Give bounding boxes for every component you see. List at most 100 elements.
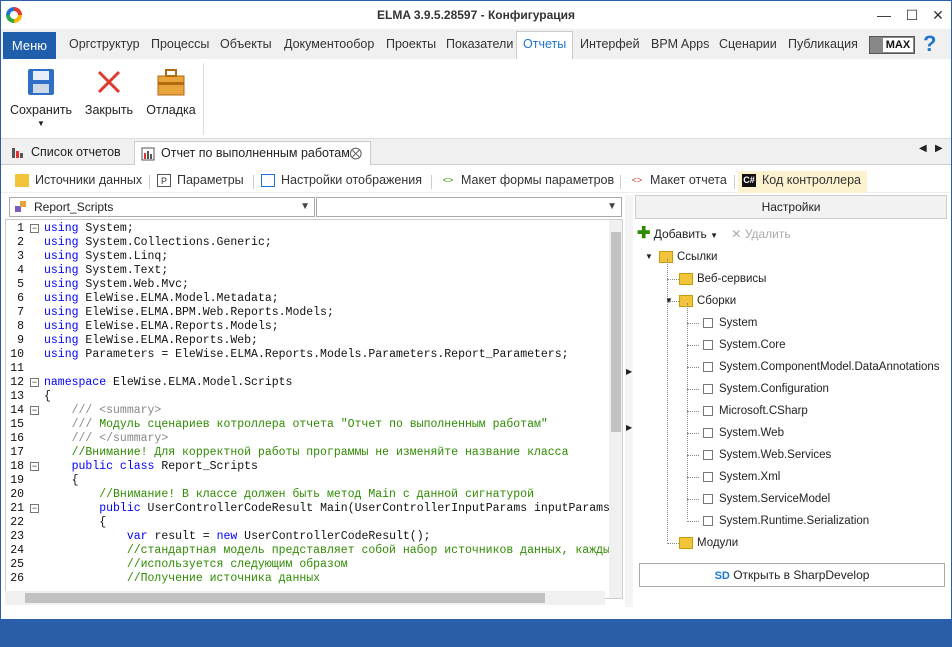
tab-scenarios[interactable]: Сценарии — [719, 34, 777, 59]
toolbox-icon — [156, 67, 186, 97]
tab-bpm-apps[interactable]: BPM Apps — [651, 34, 709, 59]
tab-projects[interactable]: Проекты — [386, 34, 436, 59]
tab-parameters[interactable]: P Параметры — [153, 171, 244, 193]
remove-button[interactable]: Удалить — [745, 227, 791, 241]
tree-node-assembly[interactable]: System.Xml — [701, 469, 780, 485]
tree-node-assembly[interactable]: System.Web.Services — [701, 447, 831, 463]
line-number: 19 — [10, 474, 24, 487]
tab-indicators[interactable]: Показатели — [446, 34, 513, 59]
chevron-down-icon: ▼ — [607, 201, 617, 212]
tree-node-assembly[interactable]: System.Core — [701, 337, 785, 353]
tree-node-modules[interactable]: Модули — [679, 535, 738, 551]
checkbox-icon — [703, 340, 713, 350]
line-number: 5 — [17, 278, 24, 291]
line-number: 16 — [10, 432, 24, 445]
close-button[interactable]: Закрыть — [81, 67, 137, 117]
code-line: { — [44, 474, 79, 487]
tab-objects[interactable]: Объекты — [220, 34, 272, 59]
tab-parameter-form-layout[interactable]: <> Макет формы параметров — [437, 171, 614, 193]
fold-toggle-icon[interactable]: − — [30, 406, 39, 415]
code-line: //используется следующим образом — [44, 558, 348, 571]
checkbox-icon — [703, 516, 713, 526]
line-number: 18 — [10, 460, 24, 473]
maximize-icon[interactable]: ☐ — [899, 5, 925, 25]
tree-node-assembly[interactable]: System.ServiceModel — [701, 491, 830, 507]
line-number: 25 — [10, 558, 24, 571]
debug-button[interactable]: Отладка — [143, 67, 199, 117]
code-editor-panel: Report_Scripts ▼ ▼ 1−2 3 4 5 6 7 8 9 10 11 12−13 14… — [5, 195, 623, 607]
status-bar — [1, 619, 951, 646]
fold-toggle-icon[interactable]: − — [30, 462, 39, 471]
tree-node-assembly[interactable]: System — [701, 315, 757, 331]
help-icon[interactable]: ? — [923, 31, 936, 57]
tab-processes[interactable]: Процессы — [151, 34, 209, 59]
code-line: using System.Collections.Generic; — [44, 236, 272, 249]
tree-node-web-services[interactable]: Веб-сервисы — [679, 271, 766, 287]
expand-links-icon[interactable]: ▼ — [645, 252, 653, 261]
folder-icon — [679, 295, 693, 307]
fold-toggle-icon[interactable]: − — [30, 378, 39, 387]
class-selector[interactable]: Report_Scripts ▼ — [9, 197, 315, 217]
code-line: using Parameters = EleWise.ELMA.Reports.… — [44, 348, 569, 361]
line-number: 14 — [10, 404, 24, 417]
panel-splitter[interactable]: ▶ ▶ — [625, 195, 633, 607]
checkbox-icon — [703, 428, 713, 438]
display-settings-icon — [261, 174, 275, 187]
close-tab-icon[interactable]: ⨂ — [350, 142, 363, 164]
line-number: 15 — [10, 418, 24, 431]
fold-toggle-icon[interactable]: − — [30, 504, 39, 513]
tree-node-assembly[interactable]: Microsoft.CSharp — [701, 403, 808, 419]
code-line: var result = new UserControllerCodeResul… — [126, 530, 431, 543]
scroll-right-icon[interactable]: ▶ — [935, 143, 943, 154]
remove-x-icon: ✕ — [731, 227, 742, 241]
tree-node-assembly[interactable]: System.Runtime.Serialization — [701, 513, 869, 529]
tab-report-list[interactable]: Список отчетов — [5, 141, 129, 165]
vertical-scrollbar[interactable] — [609, 220, 622, 598]
plus-icon: ✚ — [637, 225, 651, 242]
horizontal-scrollbar[interactable] — [5, 591, 605, 605]
tab-documents[interactable]: Документообор — [284, 34, 374, 59]
tree-node-assembly[interactable]: System.ComponentModel.DataAnnotations — [701, 359, 940, 375]
save-button[interactable]: Сохранить ▼ — [7, 67, 75, 128]
tab-publication[interactable]: Публикация — [788, 34, 858, 59]
report-list-icon — [11, 145, 25, 159]
close-icon[interactable]: ✕ — [925, 5, 951, 25]
code-line: namespace EleWise.ELMA.Model.Scripts — [44, 376, 293, 389]
tab-interfaces[interactable]: Интерфей — [580, 34, 640, 59]
line-number: 21 — [10, 502, 24, 515]
tree-node-assembly[interactable]: System.Configuration — [701, 381, 829, 397]
tab-display-settings[interactable]: Настройки отображения — [257, 171, 422, 193]
line-number: 8 — [17, 320, 24, 333]
minimize-icon[interactable]: — — [871, 5, 897, 25]
line-number: 13 — [10, 390, 24, 403]
code-line: /// </summary> — [44, 432, 169, 445]
window-title: ELMA 3.9.5.28597 - Конфигурация — [377, 8, 575, 22]
scroll-left-icon[interactable]: ◀ — [919, 143, 927, 154]
scroll-thumb[interactable] — [611, 232, 621, 432]
tree-node-assembly[interactable]: System.Web — [701, 425, 784, 441]
main-menu-button[interactable]: Меню — [3, 32, 56, 59]
tab-controller-code[interactable]: C# Код контроллера — [738, 171, 867, 193]
tab-data-sources[interactable]: Источники данных — [11, 171, 142, 193]
code-editor[interactable]: 1−2 3 4 5 6 7 8 9 10 11 12−13 14−15 16 17 18−19 20 21−22… — [5, 219, 623, 599]
line-number: 17 — [10, 446, 24, 459]
tab-completed-work-report[interactable]: Отчет по выполненным работам ⨂ — [134, 141, 371, 165]
tab-reports[interactable]: Отчеты — [516, 31, 574, 59]
expand-assemblies-icon[interactable]: ▼ — [665, 296, 673, 305]
open-in-sharpdevelop-button[interactable]: SD Открыть в SharpDevelop — [639, 563, 945, 587]
web-service-icon — [679, 273, 693, 285]
collapse-arrow-icon[interactable]: ▶ — [626, 423, 632, 432]
member-selector[interactable]: ▼ — [316, 197, 622, 217]
tab-orgstructure[interactable]: Оргструктур — [69, 34, 140, 59]
tab-report-layout[interactable]: <> Макет отчета — [626, 171, 727, 193]
report-layout-icon: <> — [631, 175, 643, 185]
scroll-thumb[interactable] — [25, 593, 545, 603]
add-dropdown-arrow-icon[interactable]: ▼ — [710, 231, 718, 240]
line-number-gutter: 1−2 3 4 5 6 7 8 9 10 11 12−13 14−15 16 17 18−19 20 21−22… — [6, 220, 42, 598]
code-line: /// Модуль сценариев котроллера отчета "… — [44, 418, 548, 431]
floppy-disk-icon — [26, 67, 56, 97]
add-button[interactable]: Добавить — [654, 227, 707, 241]
collapse-arrow-icon[interactable]: ▶ — [626, 367, 632, 376]
save-dropdown-arrow-icon[interactable]: ▼ — [7, 119, 75, 128]
fold-toggle-icon[interactable]: − — [30, 224, 39, 233]
